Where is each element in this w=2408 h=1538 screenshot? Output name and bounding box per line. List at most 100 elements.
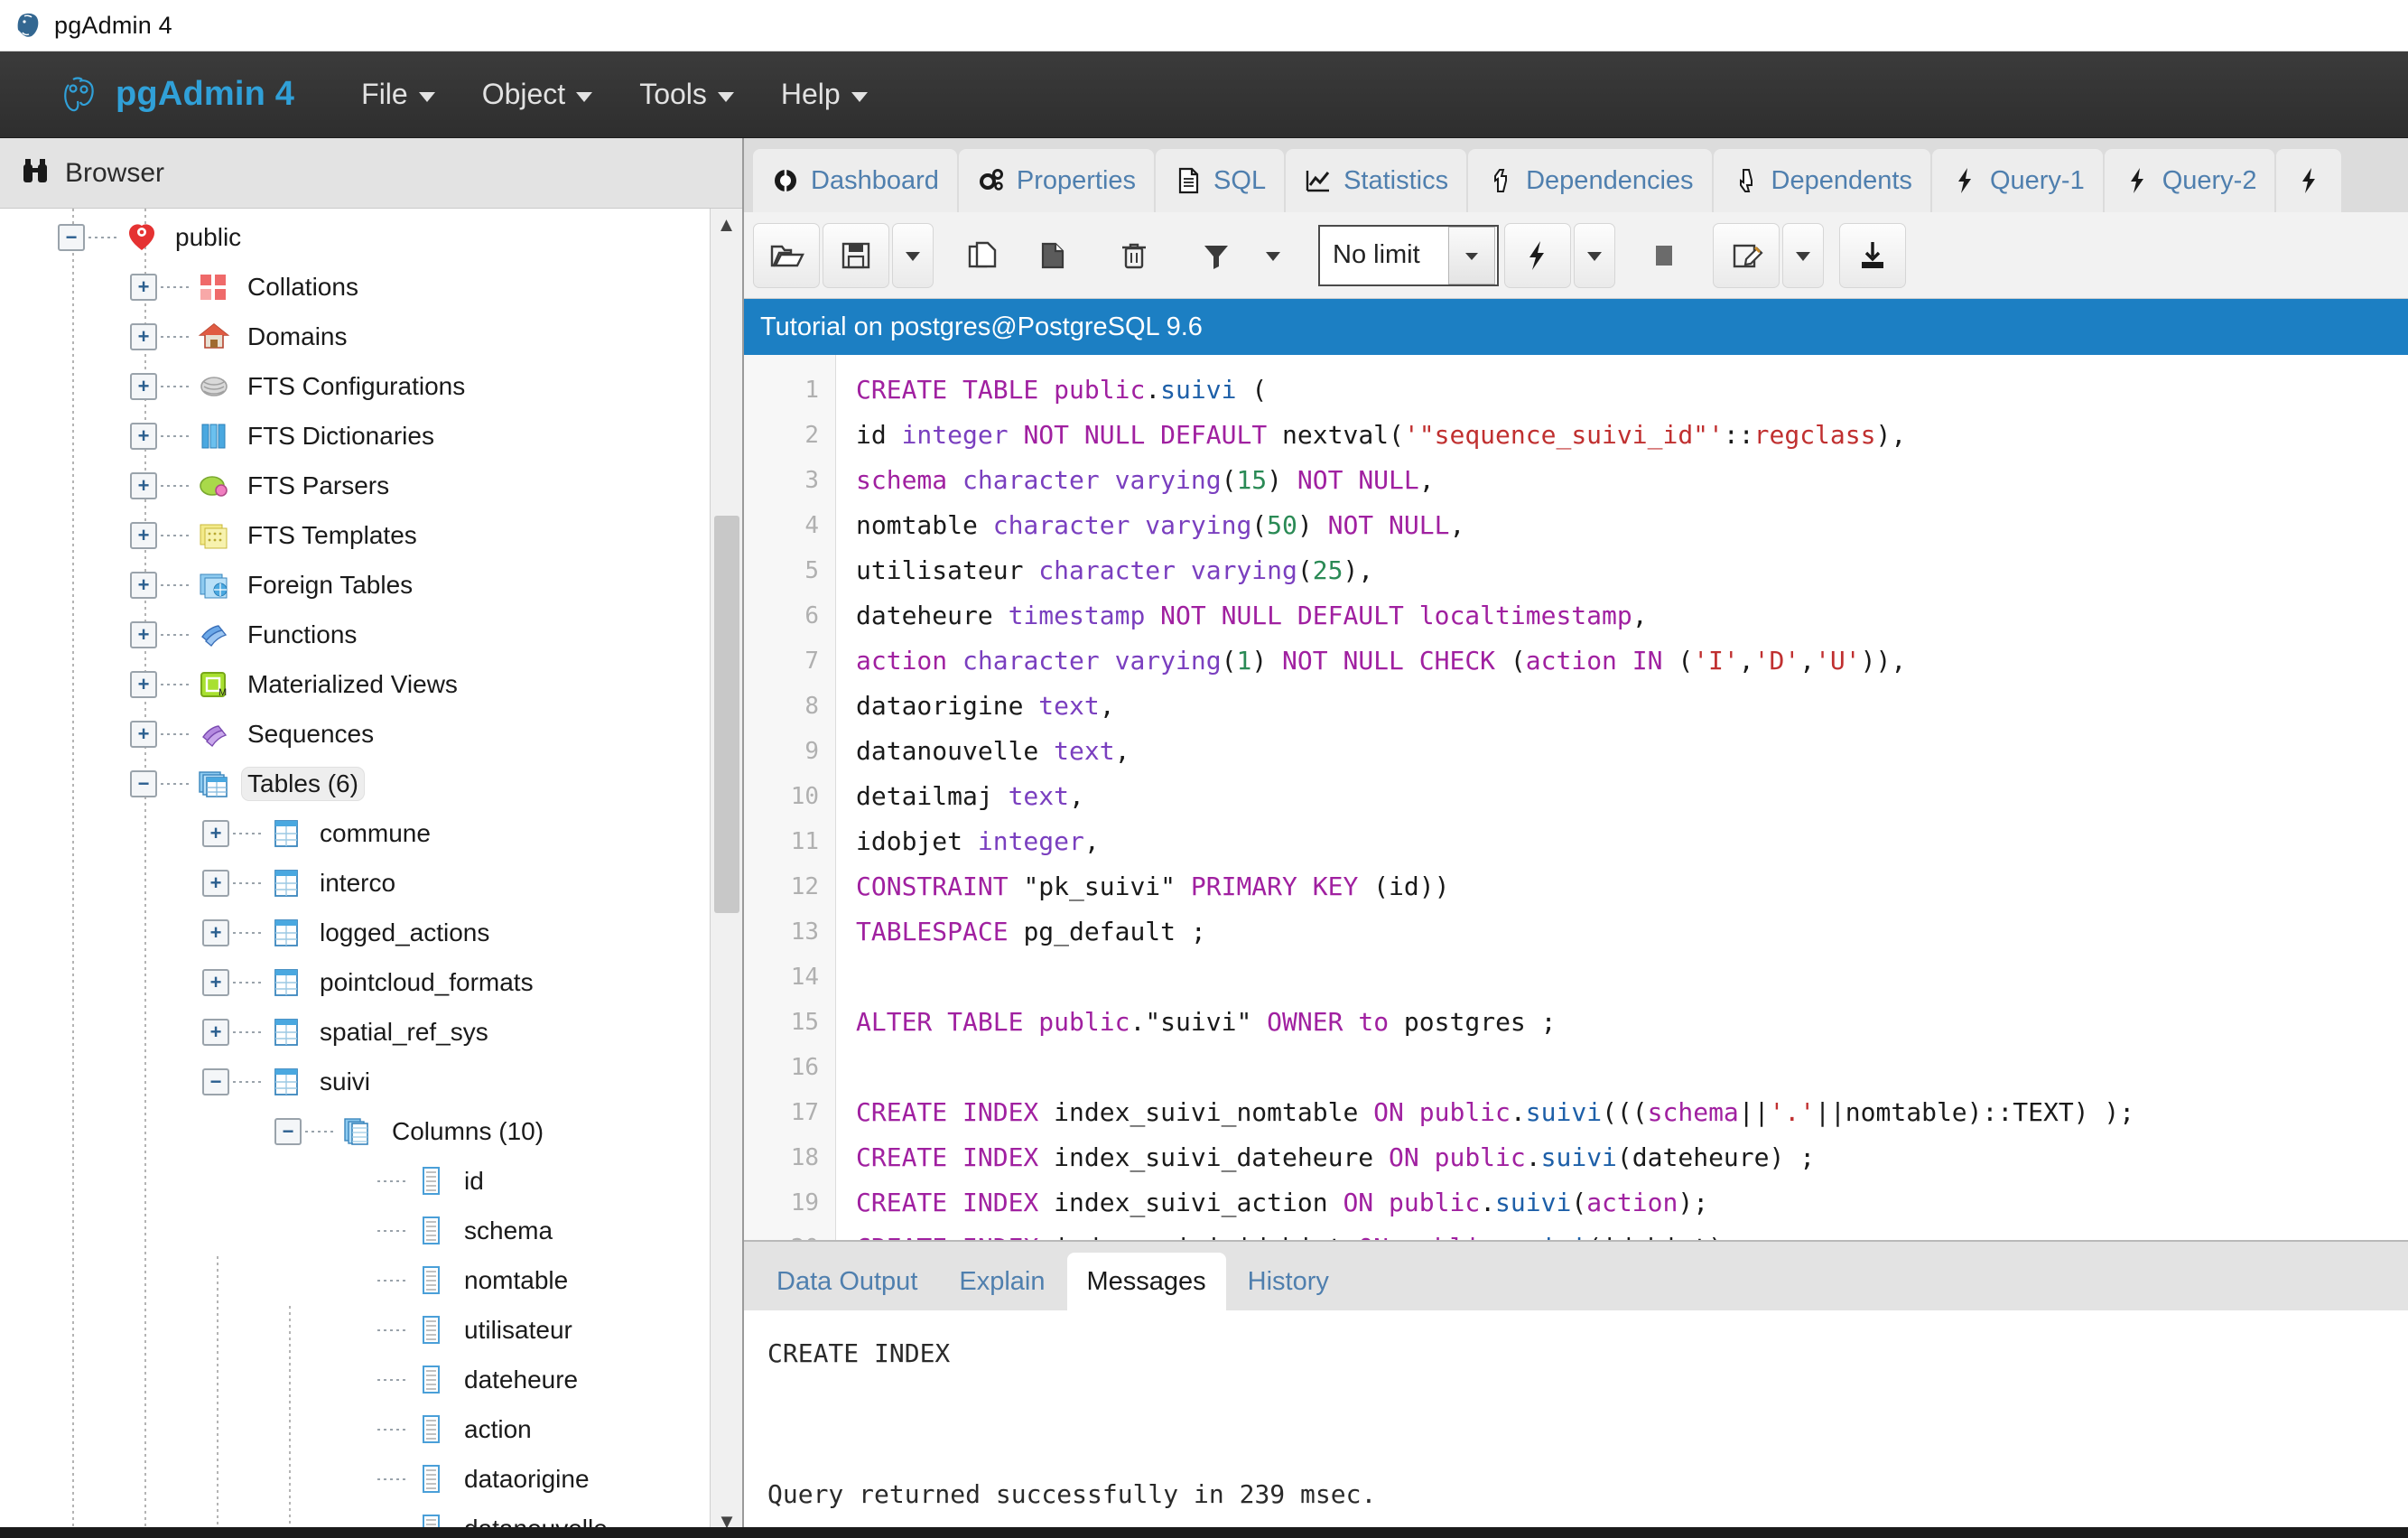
tree-node-action[interactable]: action [0, 1404, 742, 1454]
expand-node-icon[interactable]: + [130, 620, 157, 648]
work-area: Dashboard Properties SQL Statistics Dependen… [744, 138, 2408, 1538]
tree-node-suivi[interactable]: − suivi [0, 1057, 742, 1106]
code-token: to [1358, 1007, 1390, 1037]
expand-node-icon[interactable]: + [130, 273, 157, 301]
collapse-node-icon[interactable]: − [274, 1117, 302, 1145]
edit-data-button[interactable] [1713, 222, 1780, 288]
tab-query-2[interactable]: Query-2 [2104, 149, 2275, 212]
expand-node-icon[interactable]: + [130, 720, 157, 748]
download-csv-button[interactable] [1839, 222, 1906, 288]
browser-tree-scrollbar[interactable]: ▲ ▼ [710, 209, 742, 1538]
row-limit-dropdown-icon[interactable] [1448, 226, 1495, 284]
tree-node-schema[interactable]: schema [0, 1206, 742, 1255]
tree-node-fts-parsers[interactable]: + FTS Parsers [0, 461, 742, 510]
tree-node-dataorigine[interactable]: dataorigine [0, 1454, 742, 1504]
results-tab-messages[interactable]: Messages [1066, 1253, 1226, 1310]
expand-node-icon[interactable]: + [130, 471, 157, 499]
tree-node-id[interactable]: id [0, 1156, 742, 1206]
expand-node-icon[interactable]: + [202, 918, 229, 946]
menu-help[interactable]: Help [758, 69, 891, 120]
scrollbar-thumb[interactable] [714, 516, 739, 913]
line-number: 19 [790, 1189, 819, 1216]
lightning-icon [2123, 166, 2152, 195]
sql-code-area[interactable]: CREATE TABLE public.suivi (id integer NO… [836, 355, 2408, 1240]
open-file-button[interactable] [753, 222, 820, 288]
execute-options-dropdown[interactable] [1574, 222, 1615, 288]
tree-node-tables-6[interactable]: − Tables (6) [0, 759, 742, 808]
tree-node-logged-actions[interactable]: + logged_actions [0, 908, 742, 957]
tree-node-commune[interactable]: + commune [0, 808, 742, 858]
expand-node-icon[interactable]: + [202, 869, 229, 897]
tab-dependents[interactable]: Dependents [1713, 149, 1930, 212]
line-number: 11 [790, 828, 819, 855]
row-limit-select[interactable]: No limit [1318, 224, 1499, 286]
sql-editor[interactable]: 1234567891011121314151617181920 CREATE T… [744, 355, 2408, 1242]
tree-node-materialized-views[interactable]: + M Materialized Views [0, 659, 742, 709]
filter-options-dropdown[interactable] [1252, 223, 1294, 288]
collapse-node-icon[interactable]: − [58, 223, 85, 251]
query-toolbar: No limit [744, 212, 2408, 299]
tree-node-foreign-tables[interactable]: + Foreign Tables [0, 560, 742, 610]
expand-node-icon[interactable]: + [202, 968, 229, 996]
results-tab-explain[interactable]: Explain [939, 1253, 1065, 1310]
tab-dependencies[interactable]: Dependencies [1468, 149, 1712, 212]
code-token: "pk_suivi" [1023, 872, 1176, 901]
tree-node-spatial-ref-sys[interactable]: + spatial_ref_sys [0, 1007, 742, 1057]
tree-node-pointcloud-formats[interactable]: + pointcloud_formats [0, 957, 742, 1007]
filter-button[interactable] [1183, 223, 1250, 288]
scroll-up-arrow-icon[interactable]: ▲ [711, 209, 742, 241]
tree-node-dateheure[interactable]: dateheure [0, 1355, 742, 1404]
delete-button[interactable] [1101, 223, 1167, 288]
tree-node-collations[interactable]: + Collations [0, 262, 742, 312]
tree-node-domains[interactable]: + Domains [0, 312, 742, 361]
expand-node-icon[interactable]: + [130, 670, 157, 698]
tree-node-sequences[interactable]: + Sequences [0, 709, 742, 759]
tab-new-query[interactable] [2276, 149, 2342, 212]
expand-node-icon[interactable]: + [130, 571, 157, 599]
stop-query-button[interactable] [1631, 223, 1697, 288]
expand-node-icon[interactable]: + [130, 521, 157, 549]
code-token: CONSTRAINT [856, 872, 1024, 901]
code-token: ( [1510, 646, 1526, 676]
tree-node-public[interactable]: − public [0, 212, 742, 262]
code-token: TABLESPACE [856, 917, 1024, 946]
tree-node-fts-templates[interactable]: + FTS Templates [0, 510, 742, 560]
tree-node-utilisateur[interactable]: utilisateur [0, 1305, 742, 1355]
tree-node-functions[interactable]: + Functions [0, 610, 742, 659]
tree-node-nomtable[interactable]: nomtable [0, 1255, 742, 1305]
collapse-node-icon[interactable]: − [130, 769, 157, 797]
execute-query-button[interactable] [1504, 222, 1571, 288]
edit-options-dropdown[interactable] [1782, 222, 1824, 288]
results-tab-data-output[interactable]: Data Output [757, 1253, 938, 1310]
code-token: )), [1860, 646, 1907, 676]
collapse-node-icon[interactable]: − [202, 1067, 229, 1095]
save-file-button[interactable] [823, 222, 889, 288]
code-token: ( [1236, 375, 1268, 405]
tab-statistics[interactable]: Statistics [1286, 149, 1467, 212]
menu-object[interactable]: Object [459, 69, 616, 120]
tree-node-fts-dictionaries[interactable]: + FTS Dictionaries [0, 411, 742, 461]
tree-node-label: FTS Parsers [247, 471, 390, 499]
tab-query-1[interactable]: Query-1 [1931, 149, 2103, 212]
save-options-dropdown[interactable] [892, 222, 934, 288]
paste-button[interactable] [1018, 223, 1085, 288]
expand-node-icon[interactable]: + [202, 1018, 229, 1046]
tree-node-columns-10[interactable]: − Columns (10) [0, 1106, 742, 1156]
tree-node-fts-configurations[interactable]: + FTS Configurations [0, 361, 742, 411]
code-token: utilisateur [856, 555, 1039, 585]
menu-file[interactable]: File [338, 69, 459, 120]
tab-dashboard[interactable]: Dashboard [753, 149, 957, 212]
menu-tools[interactable]: Tools [616, 69, 758, 120]
expand-node-icon[interactable]: + [130, 322, 157, 350]
results-tab-history[interactable]: History [1227, 1253, 1349, 1310]
tree-node-interco[interactable]: + interco [0, 858, 742, 908]
column-icon [414, 1263, 448, 1298]
expand-node-icon[interactable]: + [130, 372, 157, 400]
expand-node-icon[interactable]: + [202, 819, 229, 847]
copy-button[interactable] [949, 223, 1016, 288]
tab-sql[interactable]: SQL [1156, 149, 1285, 212]
tab-properties[interactable]: Properties [958, 149, 1155, 212]
expand-node-icon[interactable]: + [130, 422, 157, 450]
